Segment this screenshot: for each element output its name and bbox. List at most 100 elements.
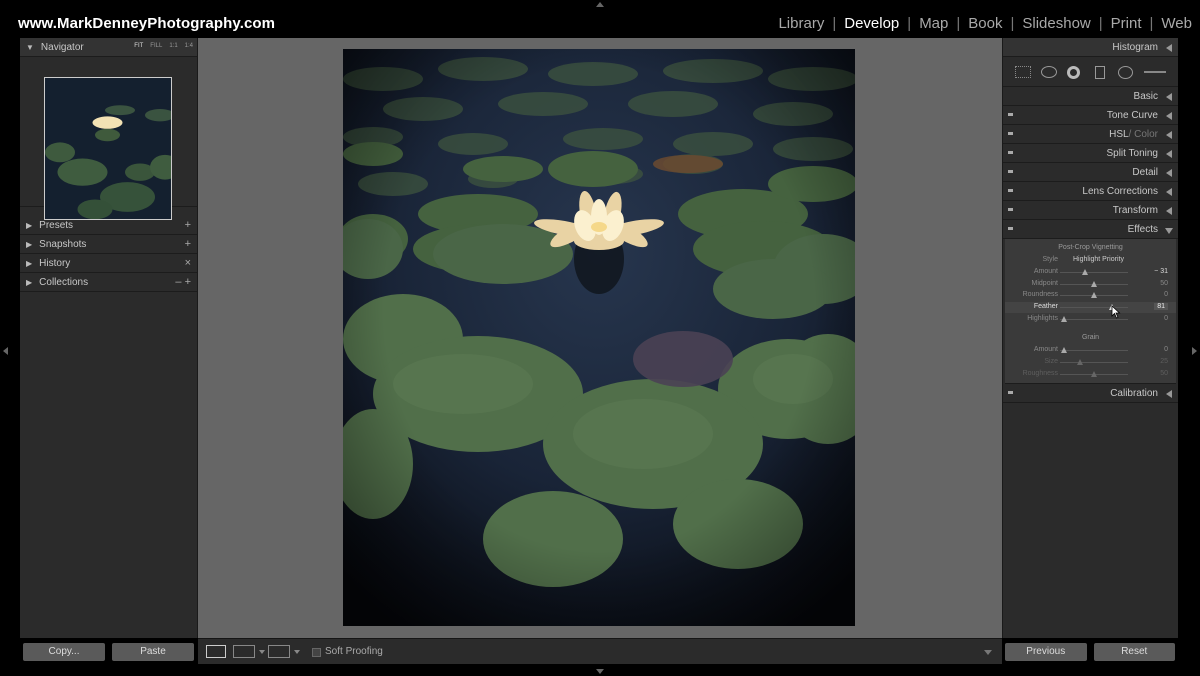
zoom-fit[interactable]: FIT <box>134 43 143 49</box>
before-after-view-icon[interactable] <box>233 645 255 658</box>
slider-value[interactable]: − 31 <box>1154 268 1168 275</box>
panel-switch-icon[interactable] <box>1008 151 1013 154</box>
histogram-header[interactable]: Histogram <box>1003 38 1178 57</box>
expand-triangle-icon: ▶ <box>26 239 33 249</box>
vignette-style-row[interactable]: Style Highlight Priority <box>1005 255 1176 266</box>
collections-panel-header[interactable]: ▶ Collections – + <box>20 273 197 292</box>
slider-track[interactable] <box>1060 350 1128 351</box>
slider-value[interactable]: 50 <box>1160 370 1168 377</box>
toolbar-menu-icon[interactable] <box>984 650 992 655</box>
reset-button[interactable]: Reset <box>1093 643 1175 661</box>
crop-tool-icon[interactable] <box>1015 66 1031 78</box>
history-panel-header[interactable]: ▶ History × <box>20 254 197 273</box>
panel-switch-icon[interactable] <box>1008 170 1013 173</box>
tone-curve-panel-header[interactable]: Tone Curve <box>1003 106 1178 125</box>
copy-settings-button[interactable]: Copy... <box>23 643 105 661</box>
soft-proofing-checkbox[interactable] <box>312 648 321 657</box>
slider-track[interactable] <box>1060 272 1128 273</box>
grain-size-slider[interactable]: Size 25 <box>1005 357 1176 368</box>
slider-thumb[interactable] <box>1082 269 1088 275</box>
vignette-highlights-slider[interactable]: Highlights 0 <box>1005 314 1176 325</box>
copy-options-chevron-icon[interactable] <box>294 650 300 654</box>
slider-value[interactable]: 81 <box>1154 303 1168 310</box>
left-panel-toggle-icon[interactable] <box>3 347 8 355</box>
snapshots-panel-header[interactable]: ▶ Snapshots + <box>20 235 197 254</box>
paste-settings-button[interactable]: Paste <box>112 643 194 661</box>
navigator-header[interactable]: ▼ Navigator FIT FILL 1:1 1:4 <box>20 38 197 57</box>
detail-panel-header[interactable]: Detail <box>1003 163 1178 182</box>
expand-triangle-icon <box>1166 93 1172 101</box>
style-dropdown[interactable]: Highlight Priority <box>1073 256 1124 263</box>
navigator-thumbnail[interactable] <box>44 77 172 220</box>
slider-track[interactable] <box>1060 319 1128 320</box>
panel-switch-icon[interactable] <box>1008 208 1013 211</box>
module-print[interactable]: Print <box>1111 15 1142 32</box>
snapshots-label: Snapshots <box>39 238 87 250</box>
top-panel-toggle-icon[interactable] <box>596 2 604 7</box>
vignette-roundness-slider[interactable]: Roundness 0 <box>1005 290 1176 301</box>
navigator-preview[interactable] <box>20 57 197 220</box>
slider-value[interactable]: 25 <box>1160 358 1168 365</box>
graduated-filter-icon[interactable] <box>1095 66 1105 79</box>
module-library[interactable]: Library <box>778 15 824 32</box>
panel-switch-icon[interactable] <box>1008 132 1013 135</box>
module-web[interactable]: Web <box>1161 15 1192 32</box>
grain-roughness-slider[interactable]: Roughness 50 <box>1005 369 1176 380</box>
vignette-midpoint-slider[interactable]: Midpoint 50 <box>1005 279 1176 290</box>
radial-filter-icon[interactable] <box>1118 66 1133 79</box>
clear-history-icon[interactable]: × <box>185 257 191 269</box>
add-snapshot-icon[interactable]: + <box>185 238 191 250</box>
slider-thumb[interactable] <box>1091 371 1097 377</box>
slider-thumb[interactable] <box>1061 347 1067 353</box>
presets-panel-header[interactable]: ▶ Presets + <box>20 216 197 235</box>
right-panel: Histogram Basic Tone Curve HSL / Color S… <box>1002 38 1178 638</box>
module-separator: | <box>1010 15 1015 32</box>
hsl-panel-header[interactable]: HSL / Color <box>1003 125 1178 144</box>
module-map[interactable]: Map <box>919 15 948 32</box>
previous-button[interactable]: Previous <box>1005 643 1087 661</box>
panel-switch-icon[interactable] <box>1008 391 1013 394</box>
calibration-panel-header[interactable]: Calibration <box>1003 384 1178 403</box>
module-develop[interactable]: Develop <box>844 15 899 32</box>
slider-thumb[interactable] <box>1061 316 1067 322</box>
right-panel-toggle-icon[interactable] <box>1192 347 1197 355</box>
slider-value[interactable]: 0 <box>1164 346 1168 353</box>
module-book[interactable]: Book <box>968 15 1002 32</box>
split-toning-panel-header[interactable]: Split Toning <box>1003 144 1178 163</box>
red-eye-tool-icon[interactable] <box>1067 66 1080 79</box>
transform-panel-header[interactable]: Transform <box>1003 201 1178 220</box>
adjustment-brush-icon[interactable] <box>1144 71 1166 73</box>
panel-switch-icon[interactable] <box>1008 113 1013 116</box>
slider-thumb[interactable] <box>1091 281 1097 287</box>
effects-panel-header[interactable]: Effects <box>1003 220 1178 239</box>
panel-switch-icon[interactable] <box>1008 227 1013 230</box>
zoom-1-1[interactable]: 1:1 <box>169 43 177 49</box>
basic-panel-header[interactable]: Basic <box>1003 87 1178 106</box>
slider-thumb[interactable] <box>1091 292 1097 298</box>
slider-label: Amount <box>1033 268 1058 275</box>
zoom-1-4[interactable]: 1:4 <box>185 43 193 49</box>
lens-corrections-panel-header[interactable]: Lens Corrections <box>1003 182 1178 201</box>
vignette-amount-slider[interactable]: Amount − 31 <box>1005 267 1176 278</box>
slider-track[interactable] <box>1060 362 1128 363</box>
image-canvas[interactable] <box>198 38 1002 638</box>
collections-actions-icon[interactable]: – + <box>175 276 191 288</box>
spot-removal-tool-icon[interactable] <box>1041 66 1057 78</box>
photo-water-lily[interactable] <box>343 49 855 626</box>
swap-before-after-icon[interactable] <box>268 645 290 658</box>
module-slideshow[interactable]: Slideshow <box>1022 15 1090 32</box>
view-options-chevron-icon[interactable] <box>259 650 265 654</box>
slider-value[interactable]: 50 <box>1160 280 1168 287</box>
panel-switch-icon[interactable] <box>1008 189 1013 192</box>
slider-value[interactable]: 0 <box>1164 291 1168 298</box>
vignette-feather-slider[interactable]: Feather 81 <box>1005 302 1176 319</box>
slider-value[interactable]: 0 <box>1164 315 1168 322</box>
bottom-panel-toggle-icon[interactable] <box>596 669 604 674</box>
collapse-triangle-icon: ▼ <box>26 42 34 52</box>
slider-thumb[interactable] <box>1077 359 1083 365</box>
collections-label: Collections <box>39 276 89 288</box>
zoom-fill[interactable]: FILL <box>150 43 162 49</box>
add-preset-icon[interactable]: + <box>185 219 191 231</box>
grain-amount-slider[interactable]: Amount 0 <box>1005 345 1176 356</box>
loupe-view-icon[interactable] <box>206 645 226 658</box>
